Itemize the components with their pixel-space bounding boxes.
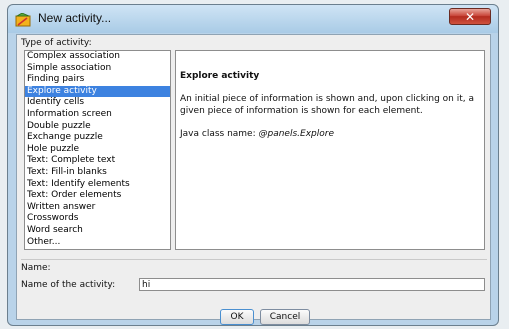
- activity-type-item[interactable]: Text: Identify elements: [25, 179, 170, 191]
- activity-type-item[interactable]: Other...: [25, 237, 170, 249]
- activity-name-label: Name of the activity:: [21, 280, 116, 290]
- activity-type-item[interactable]: Text: Fill-in blanks: [25, 167, 170, 179]
- description-title: Explore activity: [180, 71, 260, 81]
- java-class-label: Java class name:: [180, 129, 259, 139]
- close-button[interactable]: ✕: [449, 8, 491, 25]
- activity-type-item[interactable]: Exchange puzzle: [25, 132, 170, 144]
- title-bar[interactable]: New activity... ✕: [8, 5, 498, 33]
- activity-description-panel: Explore activity An initial piece of inf…: [175, 50, 485, 250]
- name-divider: [21, 259, 487, 260]
- activity-type-item[interactable]: Text: Order elements: [25, 190, 170, 202]
- java-class-name: @panels.Explore: [258, 129, 335, 139]
- description-body: An initial piece of information is shown…: [180, 94, 475, 116]
- type-of-activity-label: Type of activity:: [21, 38, 92, 48]
- activity-type-item[interactable]: Information screen: [25, 109, 170, 121]
- activity-type-item[interactable]: Complex association: [25, 51, 170, 63]
- activity-type-item[interactable]: Hole puzzle: [25, 144, 170, 156]
- name-section-label: Name:: [21, 263, 51, 273]
- activity-type-item[interactable]: Double puzzle: [25, 121, 170, 133]
- window-title: New activity...: [38, 11, 112, 25]
- close-icon: ✕: [464, 9, 476, 24]
- activity-type-item[interactable]: Identify cells: [25, 97, 170, 109]
- activity-type-item[interactable]: Explore activity: [25, 85, 170, 98]
- activity-type-item[interactable]: Simple association: [25, 63, 170, 75]
- ok-button[interactable]: OK: [220, 309, 254, 325]
- new-activity-icon: [15, 12, 31, 27]
- cancel-button[interactable]: Cancel: [260, 309, 310, 325]
- activity-type-item[interactable]: Text: Complete text: [25, 155, 170, 167]
- activity-type-item[interactable]: Finding pairs: [25, 74, 170, 86]
- dialog-body: Type of activity: Complex association Sim…: [16, 34, 491, 320]
- activity-type-item[interactable]: Crosswords: [25, 213, 170, 225]
- java-class-line: Java class name: @panels.Explore: [180, 128, 480, 140]
- activity-type-item[interactable]: Word search: [25, 225, 170, 237]
- activity-name-input[interactable]: hi: [139, 278, 485, 291]
- activity-type-item[interactable]: Written answer: [25, 202, 170, 214]
- activity-type-list[interactable]: Complex association Simple association Fin…: [24, 50, 171, 250]
- new-activity-dialog: New activity... ✕ Type of activity: Comp…: [7, 4, 499, 326]
